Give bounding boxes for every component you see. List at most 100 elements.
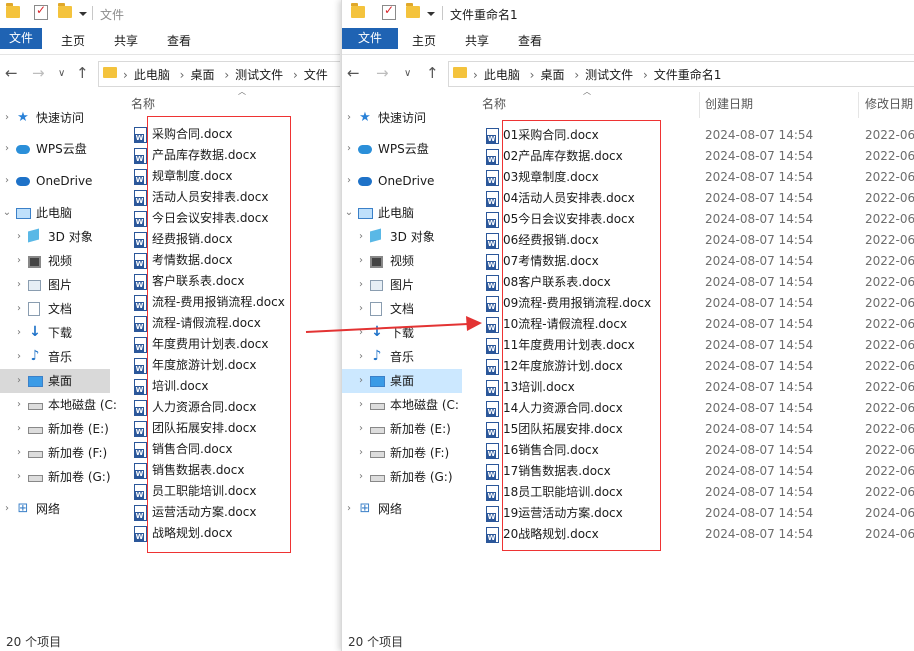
tab-file[interactable]: 文件 xyxy=(0,28,42,49)
column-header-modified[interactable]: 修改日期 xyxy=(865,92,913,116)
properties-icon[interactable] xyxy=(34,3,48,20)
new-folder-icon[interactable] xyxy=(406,3,420,18)
nav-item[interactable]: › ↓ 下载 xyxy=(342,321,462,345)
chevron-right-icon[interactable]: › xyxy=(356,273,366,297)
folder-icon[interactable] xyxy=(6,3,20,18)
nav-item[interactable]: › OneDrive xyxy=(342,169,462,193)
chevron-right-icon[interactable]: › xyxy=(2,497,12,521)
properties-icon[interactable] xyxy=(382,3,396,20)
nav-item[interactable]: › 视频 xyxy=(342,249,462,273)
nav-item[interactable]: › ⊞ 网络 xyxy=(342,497,462,521)
nav-item[interactable]: › 图片 xyxy=(342,273,462,297)
breadcrumb-item[interactable]: 此电脑 xyxy=(134,68,170,82)
nav-item[interactable]: › 桌面 xyxy=(342,369,462,393)
chevron-right-icon[interactable]: › xyxy=(356,225,366,249)
nav-item[interactable]: › ♪ 音乐 xyxy=(342,345,462,369)
chevron-right-icon[interactable]: › xyxy=(356,465,366,489)
nav-item[interactable]: › ★ 快速访问 xyxy=(0,106,110,130)
chevron-right-icon[interactable]: › xyxy=(14,297,24,321)
column-header-name[interactable]: 名称 xyxy=(482,92,506,116)
nav-item[interactable]: › ★ 快速访问 xyxy=(342,106,462,130)
new-folder-icon[interactable] xyxy=(58,3,72,18)
nav-item[interactable]: › 桌面 xyxy=(0,369,110,393)
chevron-right-icon[interactable]: › xyxy=(356,297,366,321)
tab-file[interactable]: 文件 xyxy=(342,28,398,49)
nav-item[interactable]: › 3D 对象 xyxy=(0,225,110,249)
breadcrumb-item[interactable]: 文件重命名1 xyxy=(654,68,722,82)
chevron-right-icon[interactable]: › xyxy=(14,465,24,489)
nav-item[interactable]: ⌄ 此电脑 xyxy=(0,201,110,225)
chevron-right-icon[interactable]: › xyxy=(14,273,24,297)
column-divider[interactable] xyxy=(858,92,859,118)
nav-item[interactable]: › 新加卷 (E:) xyxy=(342,417,462,441)
chevron-right-icon[interactable]: › xyxy=(14,321,24,345)
tab-home[interactable]: 主页 xyxy=(61,28,85,54)
chevron-right-icon[interactable]: › xyxy=(344,497,354,521)
chevron-right-icon[interactable]: › xyxy=(356,321,366,345)
forward-button[interactable]: → xyxy=(376,64,389,82)
chevron-right-icon[interactable]: › xyxy=(356,393,366,417)
breadcrumb-item[interactable]: 桌面 xyxy=(190,68,214,82)
chevron-down-icon[interactable]: ⌄ xyxy=(344,201,354,225)
breadcrumb-item[interactable]: 此电脑 xyxy=(484,68,520,82)
column-divider[interactable] xyxy=(699,92,700,118)
up-button[interactable]: ↑ xyxy=(426,64,439,82)
tab-view[interactable]: 查看 xyxy=(167,28,191,54)
tab-home[interactable]: 主页 xyxy=(412,28,436,54)
nav-item[interactable]: › 本地磁盘 (C: xyxy=(342,393,462,417)
chevron-right-icon[interactable]: › xyxy=(356,417,366,441)
chevron-right-icon[interactable]: › xyxy=(14,225,24,249)
chevron-right-icon[interactable]: › xyxy=(356,249,366,273)
forward-button[interactable]: → xyxy=(32,64,45,82)
chevron-right-icon[interactable]: › xyxy=(14,417,24,441)
chevron-right-icon[interactable]: › xyxy=(344,106,354,130)
address-bar[interactable]: › 此电脑 › 桌面 › 测试文件 › 文件 xyxy=(98,61,340,87)
nav-item[interactable]: ⌄ 此电脑 xyxy=(342,201,462,225)
column-header-name[interactable]: 名称 xyxy=(131,92,155,116)
chevron-right-icon[interactable]: › xyxy=(14,441,24,465)
nav-item[interactable]: › 文档 xyxy=(342,297,462,321)
nav-item[interactable]: › ⊞ 网络 xyxy=(0,497,110,521)
tab-share[interactable]: 共享 xyxy=(114,28,138,54)
breadcrumb-item[interactable]: 文件 xyxy=(304,68,328,82)
chevron-down-icon[interactable] xyxy=(427,12,435,16)
nav-item[interactable]: › WPS云盘 xyxy=(342,137,462,161)
nav-item[interactable]: › 本地磁盘 (C: xyxy=(0,393,117,417)
chevron-right-icon[interactable]: › xyxy=(356,441,366,465)
chevron-right-icon[interactable]: › xyxy=(344,137,354,161)
column-header-created[interactable]: 创建日期 xyxy=(705,92,753,116)
nav-item[interactable]: › 图片 xyxy=(0,273,110,297)
chevron-right-icon[interactable]: › xyxy=(356,345,366,369)
chevron-right-icon[interactable]: › xyxy=(344,169,354,193)
tab-share[interactable]: 共享 xyxy=(465,28,489,54)
nav-item[interactable]: › OneDrive xyxy=(0,169,110,193)
nav-item[interactable]: › 3D 对象 xyxy=(342,225,462,249)
up-button[interactable]: ↑ xyxy=(76,64,89,82)
nav-item[interactable]: › 新加卷 (F:) xyxy=(342,441,462,465)
nav-item[interactable]: › 新加卷 (F:) xyxy=(0,441,110,465)
nav-item[interactable]: › ↓ 下载 xyxy=(0,321,110,345)
nav-item[interactable]: › 新加卷 (G:) xyxy=(0,465,111,489)
back-button[interactable]: ← xyxy=(5,64,18,82)
chevron-down-icon[interactable] xyxy=(79,12,87,16)
chevron-right-icon[interactable]: › xyxy=(2,106,12,130)
breadcrumb-item[interactable]: 测试文件 xyxy=(585,68,633,82)
address-bar[interactable]: › 此电脑 › 桌面 › 测试文件 › 文件重命名1 xyxy=(448,61,914,87)
chevron-right-icon[interactable]: › xyxy=(14,249,24,273)
chevron-right-icon[interactable]: › xyxy=(14,345,24,369)
breadcrumb-item[interactable]: 桌面 xyxy=(540,68,564,82)
chevron-right-icon[interactable]: › xyxy=(14,393,24,417)
folder-icon[interactable] xyxy=(351,3,365,18)
recent-locations-button[interactable]: ∨ xyxy=(404,68,411,79)
chevron-right-icon[interactable]: › xyxy=(356,369,366,393)
recent-locations-button[interactable]: ∨ xyxy=(58,68,65,79)
chevron-right-icon[interactable]: › xyxy=(2,169,12,193)
chevron-down-icon[interactable]: ⌄ xyxy=(2,201,12,225)
nav-item[interactable]: › 新加卷 (G:) xyxy=(342,465,462,489)
breadcrumb-item[interactable]: 测试文件 xyxy=(235,68,283,82)
tab-view[interactable]: 查看 xyxy=(518,28,542,54)
nav-item[interactable]: › 新加卷 (E:) xyxy=(0,417,110,441)
back-button[interactable]: ← xyxy=(347,64,360,82)
nav-item[interactable]: › ♪ 音乐 xyxy=(0,345,110,369)
chevron-right-icon[interactable]: › xyxy=(14,369,24,393)
